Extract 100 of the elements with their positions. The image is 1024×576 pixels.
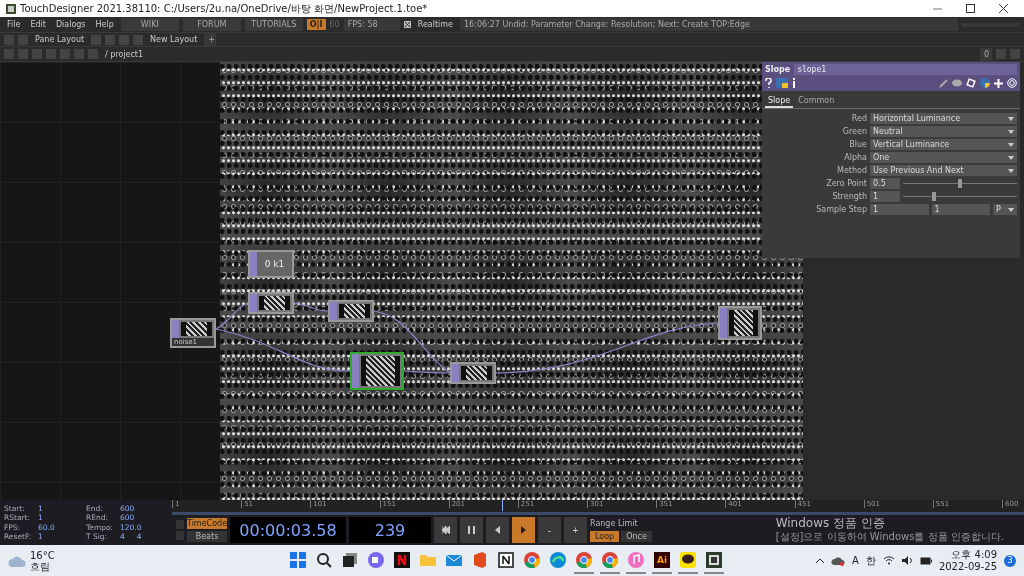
dropdown-menu[interactable]: One xyxy=(870,152,1017,163)
menu-item[interactable]: File xyxy=(4,20,24,29)
clock-time[interactable]: 오후 4:09 xyxy=(951,548,997,561)
activation-message: [설정]으로 이동하여 Windows를 정품 인증합니다. xyxy=(775,530,1004,543)
music-note-icon[interactable] xyxy=(627,550,645,569)
browser-logo-icon[interactable] xyxy=(523,550,541,569)
network-path: / project1 xyxy=(104,49,145,59)
parameter-label: Strength xyxy=(831,192,867,201)
operator-node[interactable] xyxy=(350,352,404,390)
grid-logo-icon[interactable] xyxy=(705,550,723,569)
transport-button[interactable] xyxy=(434,517,457,543)
value-field[interactable]: 1 xyxy=(870,191,900,202)
letter-tile-icon[interactable] xyxy=(393,550,411,569)
notification-badge[interactable]: 3 xyxy=(1004,554,1016,567)
python-help-icon[interactable] xyxy=(776,78,788,88)
help-icon[interactable] xyxy=(765,78,772,88)
connection-wire xyxy=(293,302,329,312)
maximize-button[interactable] xyxy=(966,4,975,13)
pause-icon xyxy=(468,526,475,534)
transport-button[interactable] xyxy=(460,517,483,543)
menu-item[interactable]: Dialogs xyxy=(52,20,89,29)
cloud-icon[interactable] xyxy=(831,555,846,566)
video-chat-icon[interactable] xyxy=(367,550,385,569)
wifi-icon[interactable] xyxy=(882,556,895,565)
input-mode[interactable]: A xyxy=(852,555,859,566)
timecode-display: 00:00:03.58 xyxy=(230,517,346,543)
info-icon[interactable] xyxy=(792,78,796,88)
skip-back-icon xyxy=(441,526,450,534)
operator-node[interactable]: 0 k1 xyxy=(248,250,294,278)
parameter-tab[interactable]: Common xyxy=(795,95,838,108)
input-language[interactable]: 한 xyxy=(865,553,876,568)
activation-title: Windows 정품 인증 xyxy=(775,517,886,530)
add-layout-button[interactable]: + xyxy=(204,33,217,46)
browser-logo-icon[interactable] xyxy=(575,550,593,569)
dropdown-menu[interactable]: Use Previous And Next xyxy=(870,165,1017,176)
operator-name-field[interactable]: slope1 xyxy=(794,64,1017,75)
range-option[interactable]: Once xyxy=(621,530,652,542)
parameter-tab[interactable]: Slope xyxy=(765,95,794,108)
transport-button[interactable] xyxy=(512,517,535,543)
play-icon xyxy=(521,526,526,534)
link-button[interactable]: WIKI xyxy=(120,18,179,31)
layout-tab[interactable]: New Layout xyxy=(147,35,201,44)
battery-icon[interactable] xyxy=(919,556,932,565)
target-icon[interactable] xyxy=(1007,78,1017,88)
notebook-icon[interactable] xyxy=(497,550,515,569)
parameter-label: Blue xyxy=(848,140,867,149)
window-title: TouchDesigner 2021.38110: C:/Users/2u.na/OneDrive/바탕 화면/NewProject.1.toe* xyxy=(20,1,429,16)
parameter-label: Red xyxy=(850,114,867,123)
time-mode-toggle[interactable]: TimeCode xyxy=(187,518,227,529)
dropdown-menu[interactable]: Vertical Luminance xyxy=(870,139,1017,150)
transport-button[interactable]: - xyxy=(538,517,561,543)
comment-icon[interactable] xyxy=(952,79,962,87)
range-option[interactable]: Loop xyxy=(590,530,620,542)
slider-thumb[interactable] xyxy=(958,179,962,188)
temperature: 16°C xyxy=(30,549,55,561)
slider-thumb[interactable] xyxy=(931,192,936,201)
clock-date[interactable]: 2022-09-25 xyxy=(938,560,997,573)
loop-icon[interactable] xyxy=(966,78,976,88)
python-logo-icon[interactable] xyxy=(980,78,990,88)
transport-button[interactable] xyxy=(486,517,509,543)
transport-button[interactable]: + xyxy=(564,517,587,543)
speech-bubble-icon[interactable] xyxy=(679,550,697,569)
operator-node[interactable] xyxy=(450,362,496,384)
pencil-icon[interactable] xyxy=(939,78,948,88)
overlapping-squares-icon[interactable] xyxy=(341,550,359,569)
parameter-label: Zero Point xyxy=(825,179,867,188)
close-button[interactable] xyxy=(999,4,1008,13)
value-field[interactable]: 1 xyxy=(931,204,990,215)
operator-node[interactable] xyxy=(718,306,762,340)
parameter-label: Alpha xyxy=(843,153,867,162)
operator-node[interactable] xyxy=(248,292,294,314)
count-readout: 0 xyxy=(980,47,992,61)
unit-menu[interactable]: P xyxy=(993,204,1017,215)
speaker-icon[interactable] xyxy=(901,556,913,565)
wave-logo-icon[interactable] xyxy=(549,550,567,569)
link-button[interactable]: FORUM xyxy=(182,18,241,31)
parameter-label: Sample Step xyxy=(815,205,867,214)
search-icon[interactable] xyxy=(315,550,333,569)
realtime-checkbox[interactable] xyxy=(403,21,411,28)
weather-text: 흐림 xyxy=(30,560,51,572)
operator-node[interactable] xyxy=(328,300,374,322)
dropdown-menu[interactable]: Horizontal Luminance xyxy=(870,113,1017,124)
browser-logo-icon[interactable] xyxy=(601,550,619,569)
link-button[interactable]: TUTORIALS xyxy=(244,18,303,31)
app-tile-icon[interactable]: Ai xyxy=(654,551,670,568)
time-mode-toggle[interactable]: Beats xyxy=(187,531,227,542)
play-reverse-icon xyxy=(495,526,500,534)
value-field[interactable]: 1 xyxy=(870,204,929,215)
windows-logo-icon[interactable] xyxy=(289,550,307,569)
menu-item[interactable]: Edit xyxy=(27,20,49,29)
status-message: 16:06:27 Undid: Parameter Change: Resolution; Next: Create TOP:Edge xyxy=(460,18,958,31)
cloud-icon xyxy=(8,554,26,567)
office-logo-icon[interactable] xyxy=(471,550,489,569)
value-field[interactable]: 0.5 xyxy=(870,178,900,189)
dropdown-menu[interactable]: Neutral xyxy=(870,126,1017,137)
frame-display: 239 xyxy=(349,517,431,543)
operator-type: Slope xyxy=(765,65,791,74)
menu-item[interactable]: Help xyxy=(92,20,117,29)
app-logo-icon xyxy=(6,3,16,14)
perform-toggle[interactable]: O|I xyxy=(306,19,326,30)
